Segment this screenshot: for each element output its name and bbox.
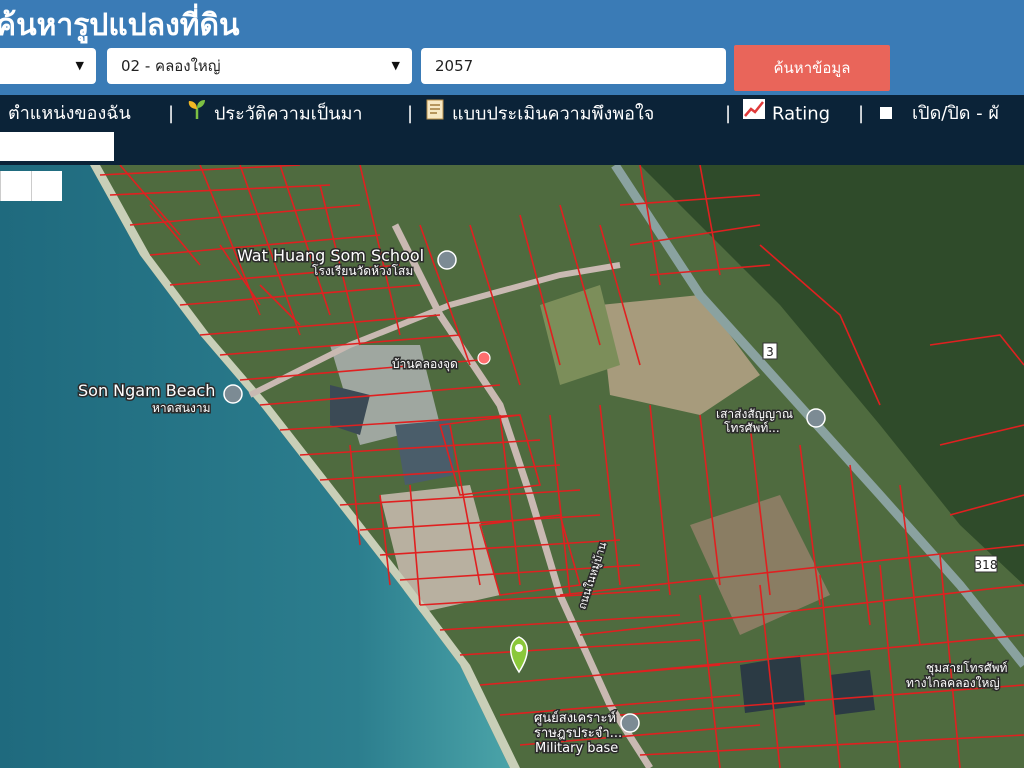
nav-item-label: ประวัติความเป็นมา xyxy=(214,103,363,125)
village-pin-icon[interactable] xyxy=(477,351,491,365)
sprout-icon xyxy=(186,98,208,131)
beach-label-th: หาดสนงาม xyxy=(152,401,210,415)
school-pin-icon[interactable] xyxy=(437,250,457,270)
nav-search-box[interactable] xyxy=(0,132,114,161)
military-base-label: Military base xyxy=(535,741,618,756)
tower-label-2: โทรศัพท์... xyxy=(724,421,780,435)
phone-exchange-label: ชุมสายโทรศัพท์ xyxy=(926,661,1007,676)
district-select[interactable]: 02 - คลองใหญ่ ▼ xyxy=(107,48,412,84)
center-label: ศูนย์สงเคราะห์ xyxy=(534,710,616,726)
map-control-button[interactable] xyxy=(31,171,62,201)
search-button[interactable]: ค้นหาข้อมูล xyxy=(734,45,890,91)
header-bar: ค้นหารูปแปลงที่ดิน ▼ 02 - คลองใหญ่ ▼ 205… xyxy=(0,0,1024,95)
district-select-value: 02 - คลองใหญ่ xyxy=(121,57,221,75)
chevron-down-icon: ▼ xyxy=(75,59,84,72)
beach-pin-icon[interactable] xyxy=(223,384,243,404)
map-control-button[interactable] xyxy=(0,171,31,201)
nav-separator: | xyxy=(858,103,865,124)
school-label-th: โรงเรียนวัดห้วงโสม xyxy=(312,264,413,278)
nav-item-label: แบบประเมินความพึงพอใจ xyxy=(452,103,655,125)
tower-pin-icon[interactable] xyxy=(806,408,826,428)
chevron-down-icon: ▼ xyxy=(391,59,400,72)
nav-item-label: เปิด/ปิด - ผั xyxy=(912,103,999,124)
nav-item-rating[interactable]: Rating xyxy=(742,98,830,130)
parcel-number-input[interactable]: 2057 xyxy=(421,48,726,84)
map-view[interactable]: 3 318 Wat Huang Som School โรงเรียนวัดห้… xyxy=(0,165,1024,768)
tower-label: เสาส่งสัญญาณ xyxy=(716,407,793,421)
checkbox-icon[interactable] xyxy=(880,98,892,130)
nav-item-history[interactable]: ประวัติความเป็นมา xyxy=(186,98,363,130)
satellite-map[interactable]: 3 318 Wat Huang Som School โรงเรียนวัดห้… xyxy=(0,165,1024,768)
center-label-2: ราษฎรประจำ... xyxy=(534,726,622,741)
nav-item-toggle[interactable]: เปิด/ปิด - ผั xyxy=(880,98,999,130)
nav-separator: | xyxy=(407,103,414,124)
road-3-label: 3 xyxy=(766,345,774,359)
road-318-label: 318 xyxy=(975,558,998,572)
map-controls xyxy=(0,171,62,201)
province-select[interactable]: ▼ xyxy=(0,48,96,84)
pond xyxy=(830,670,875,715)
beach-label: Son Ngam Beach xyxy=(78,381,215,400)
phone-exchange-label-2: ทางไกลคลองใหญ่ xyxy=(906,676,1000,690)
nav-item-my-location[interactable]: ตำแหน่งของฉัน xyxy=(8,98,131,130)
nav-item-survey[interactable]: แบบประเมินความพึงพอใจ xyxy=(424,98,654,130)
page-title: ค้นหารูปแปลงที่ดิน xyxy=(0,8,240,43)
village-label: บ้านคลองจุด xyxy=(392,357,458,372)
nav-separator: | xyxy=(168,103,175,124)
chart-icon xyxy=(742,98,766,131)
center-pin-icon[interactable] xyxy=(620,713,640,733)
nav-item-label: ตำแหน่งของฉัน xyxy=(8,103,131,124)
nav-separator: | xyxy=(725,103,732,124)
nav-item-label: Rating xyxy=(772,103,831,125)
school-label: Wat Huang Som School xyxy=(237,246,424,265)
form-icon xyxy=(424,98,446,131)
nav-bar: ตำแหน่งของฉัน | ประวัติความเป็นมา | แบบป… xyxy=(0,95,1024,165)
